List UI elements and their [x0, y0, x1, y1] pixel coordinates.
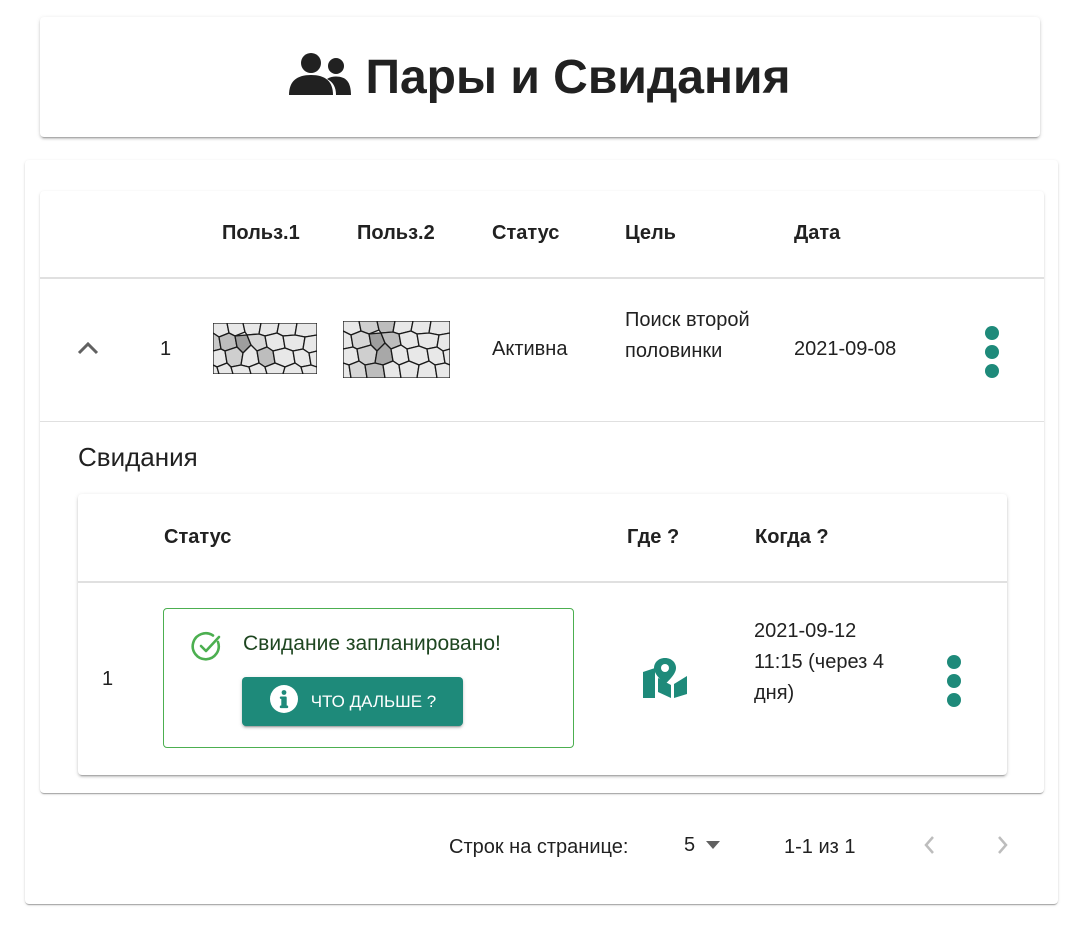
date-when: 2021-09-12 11:15 (через 4 дня) — [754, 620, 884, 704]
pagination-range: 1-1 из 1 — [784, 836, 856, 858]
page-title: Пары и Свидания — [365, 50, 791, 104]
whats-next-label: ЧТО ДАЛЬШЕ ? — [310, 691, 437, 711]
row-menu-button[interactable] — [985, 326, 999, 378]
map-marker-icon[interactable] — [643, 658, 687, 703]
rows-per-page-label: Строк на странице: — [449, 836, 629, 858]
column-header-goal: Цель — [625, 222, 676, 244]
more-vert-icon — [985, 326, 999, 340]
info-icon — [269, 684, 299, 719]
whats-next-button[interactable]: ЧТО ДАЛЬШЕ ? — [242, 677, 463, 726]
collapse-row-button[interactable] — [72, 334, 104, 366]
column-header-user2: Польз.2 — [357, 222, 435, 244]
pair-status: Активна — [492, 338, 568, 360]
rows-per-page-value: 5 — [684, 834, 696, 856]
page-title-wrap: Пары и Свидания — [289, 50, 791, 105]
header-divider — [40, 277, 1044, 279]
arrow-drop-down-icon — [705, 837, 721, 855]
column-header-status: Статус — [492, 222, 560, 244]
row-index: 1 — [160, 338, 172, 360]
check-circle-icon — [191, 631, 223, 668]
dates-section-title: Свидания — [78, 442, 198, 472]
chevron-right-icon — [997, 835, 1009, 860]
dates-header-divider — [78, 581, 1007, 583]
pair-date: 2021-09-08 — [794, 338, 897, 360]
date-row-menu-button[interactable] — [947, 655, 961, 707]
users-icon — [289, 52, 352, 102]
column-header-date-status: Статус — [164, 526, 232, 548]
chevron-left-icon — [923, 835, 935, 860]
date-status-message: Свидание запланировано! — [243, 632, 501, 655]
date-row-index: 1 — [102, 668, 114, 690]
column-header-where: Где ? — [627, 526, 680, 548]
more-vert-icon — [947, 655, 961, 669]
column-header-date: Дата — [794, 222, 841, 244]
next-page-button[interactable] — [990, 834, 1016, 860]
previous-page-button[interactable] — [916, 834, 942, 860]
column-header-user1: Польз.1 — [222, 222, 300, 244]
pair-goal: Поиск второй половинки — [625, 309, 750, 362]
row-divider — [40, 421, 1044, 422]
column-header-when: Когда ? — [755, 526, 829, 548]
header-card: Пары и Свидания — [40, 17, 1040, 137]
user1-avatar[interactable] — [212, 322, 318, 379]
rows-per-page-select[interactable]: 5 — [684, 834, 721, 857]
chevron-up-icon — [77, 341, 99, 360]
user2-avatar[interactable] — [342, 320, 451, 383]
